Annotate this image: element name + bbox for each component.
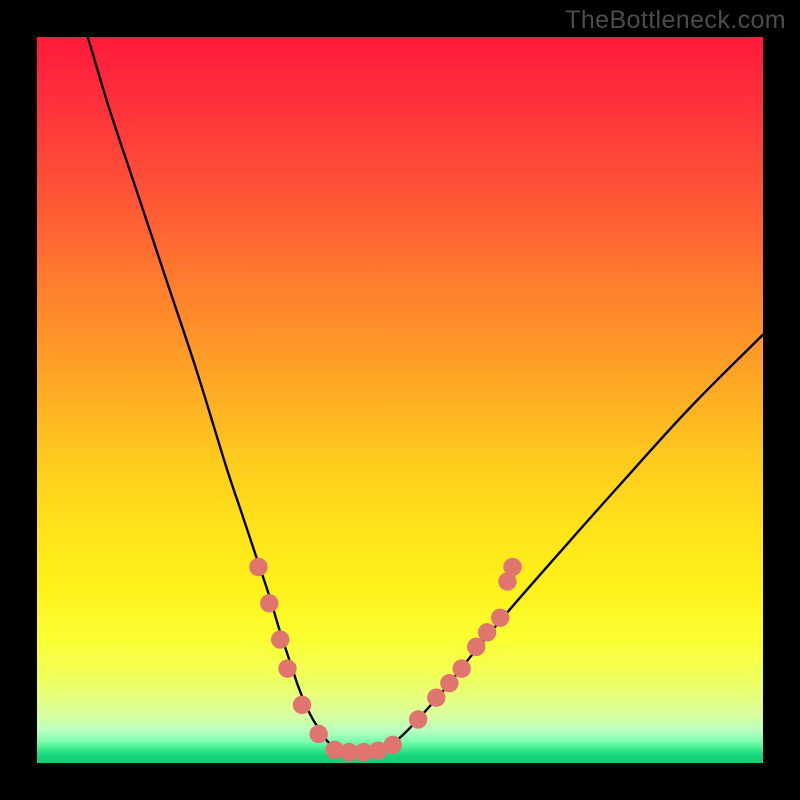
chart-frame: TheBottleneck.com [0, 0, 800, 800]
data-dot [503, 558, 521, 576]
data-dot [309, 725, 327, 743]
plot-area [37, 37, 763, 763]
data-dot [491, 609, 509, 627]
data-dot [409, 710, 427, 728]
data-dot [478, 623, 496, 641]
bottleneck-curve [88, 37, 763, 753]
data-dot [278, 659, 296, 677]
data-dot [384, 736, 402, 754]
data-dot [453, 659, 471, 677]
data-dot [427, 688, 445, 706]
data-dot [467, 638, 485, 656]
data-dot [271, 630, 289, 648]
data-dot [293, 696, 311, 714]
data-dot [260, 594, 278, 612]
chart-overlay [37, 37, 763, 763]
data-dot [440, 674, 458, 692]
watermark-text: TheBottleneck.com [565, 6, 786, 35]
data-dot [249, 558, 267, 576]
